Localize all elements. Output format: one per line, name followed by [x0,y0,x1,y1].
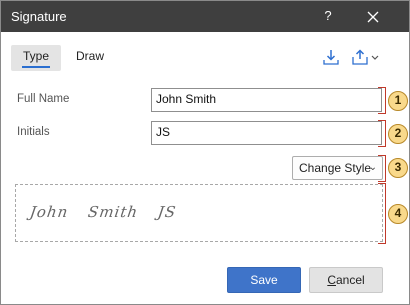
tab-draw-label: Draw [75,49,104,63]
title-bar: Signature ? [1,1,409,32]
callout-bracket-3 [378,155,386,182]
cancel-label-rest: ancel [335,273,365,287]
help-button[interactable]: ? [319,7,337,25]
signature-dialog: Signature ? Type Draw Full Name John Smi… [0,0,410,305]
import-icon [323,50,339,65]
full-name-input[interactable]: John Smith [151,88,382,112]
tab-type[interactable]: Type [11,45,61,71]
signature-preview: John Smith JS [15,184,383,242]
initials-label: Initials [17,126,50,138]
chevron-down-icon: ⌄ [368,162,377,173]
tab-draw[interactable]: Draw [69,45,111,71]
export-dropdown-button[interactable] [351,48,381,66]
cancel-accelerator: C [327,273,336,287]
callout-badge-3: 3 [388,158,408,178]
export-icon [352,49,379,65]
close-button[interactable] [363,7,383,27]
tab-type-label: Type [22,49,49,63]
change-style-label: Change Style [299,161,372,175]
callout-bracket-4 [378,183,386,244]
import-button[interactable] [321,48,341,66]
active-tab-indicator [22,66,50,68]
callout-badge-4: 4 [388,204,408,224]
full-name-label: Full Name [17,93,70,105]
initials-input[interactable]: JS [151,121,382,145]
change-style-button[interactable]: Change Style ⌄ [292,156,383,180]
save-button[interactable]: Save [227,267,301,293]
callout-bracket-1 [378,87,386,114]
callout-badge-2: 2 [388,124,408,144]
callout-badge-1: 1 [388,91,408,111]
close-icon [367,11,379,23]
callout-bracket-2 [378,120,386,147]
signature-preview-text: John Smith JS [28,203,178,221]
cancel-button[interactable]: Cancel [309,267,383,293]
dialog-title: Signature [11,9,67,24]
